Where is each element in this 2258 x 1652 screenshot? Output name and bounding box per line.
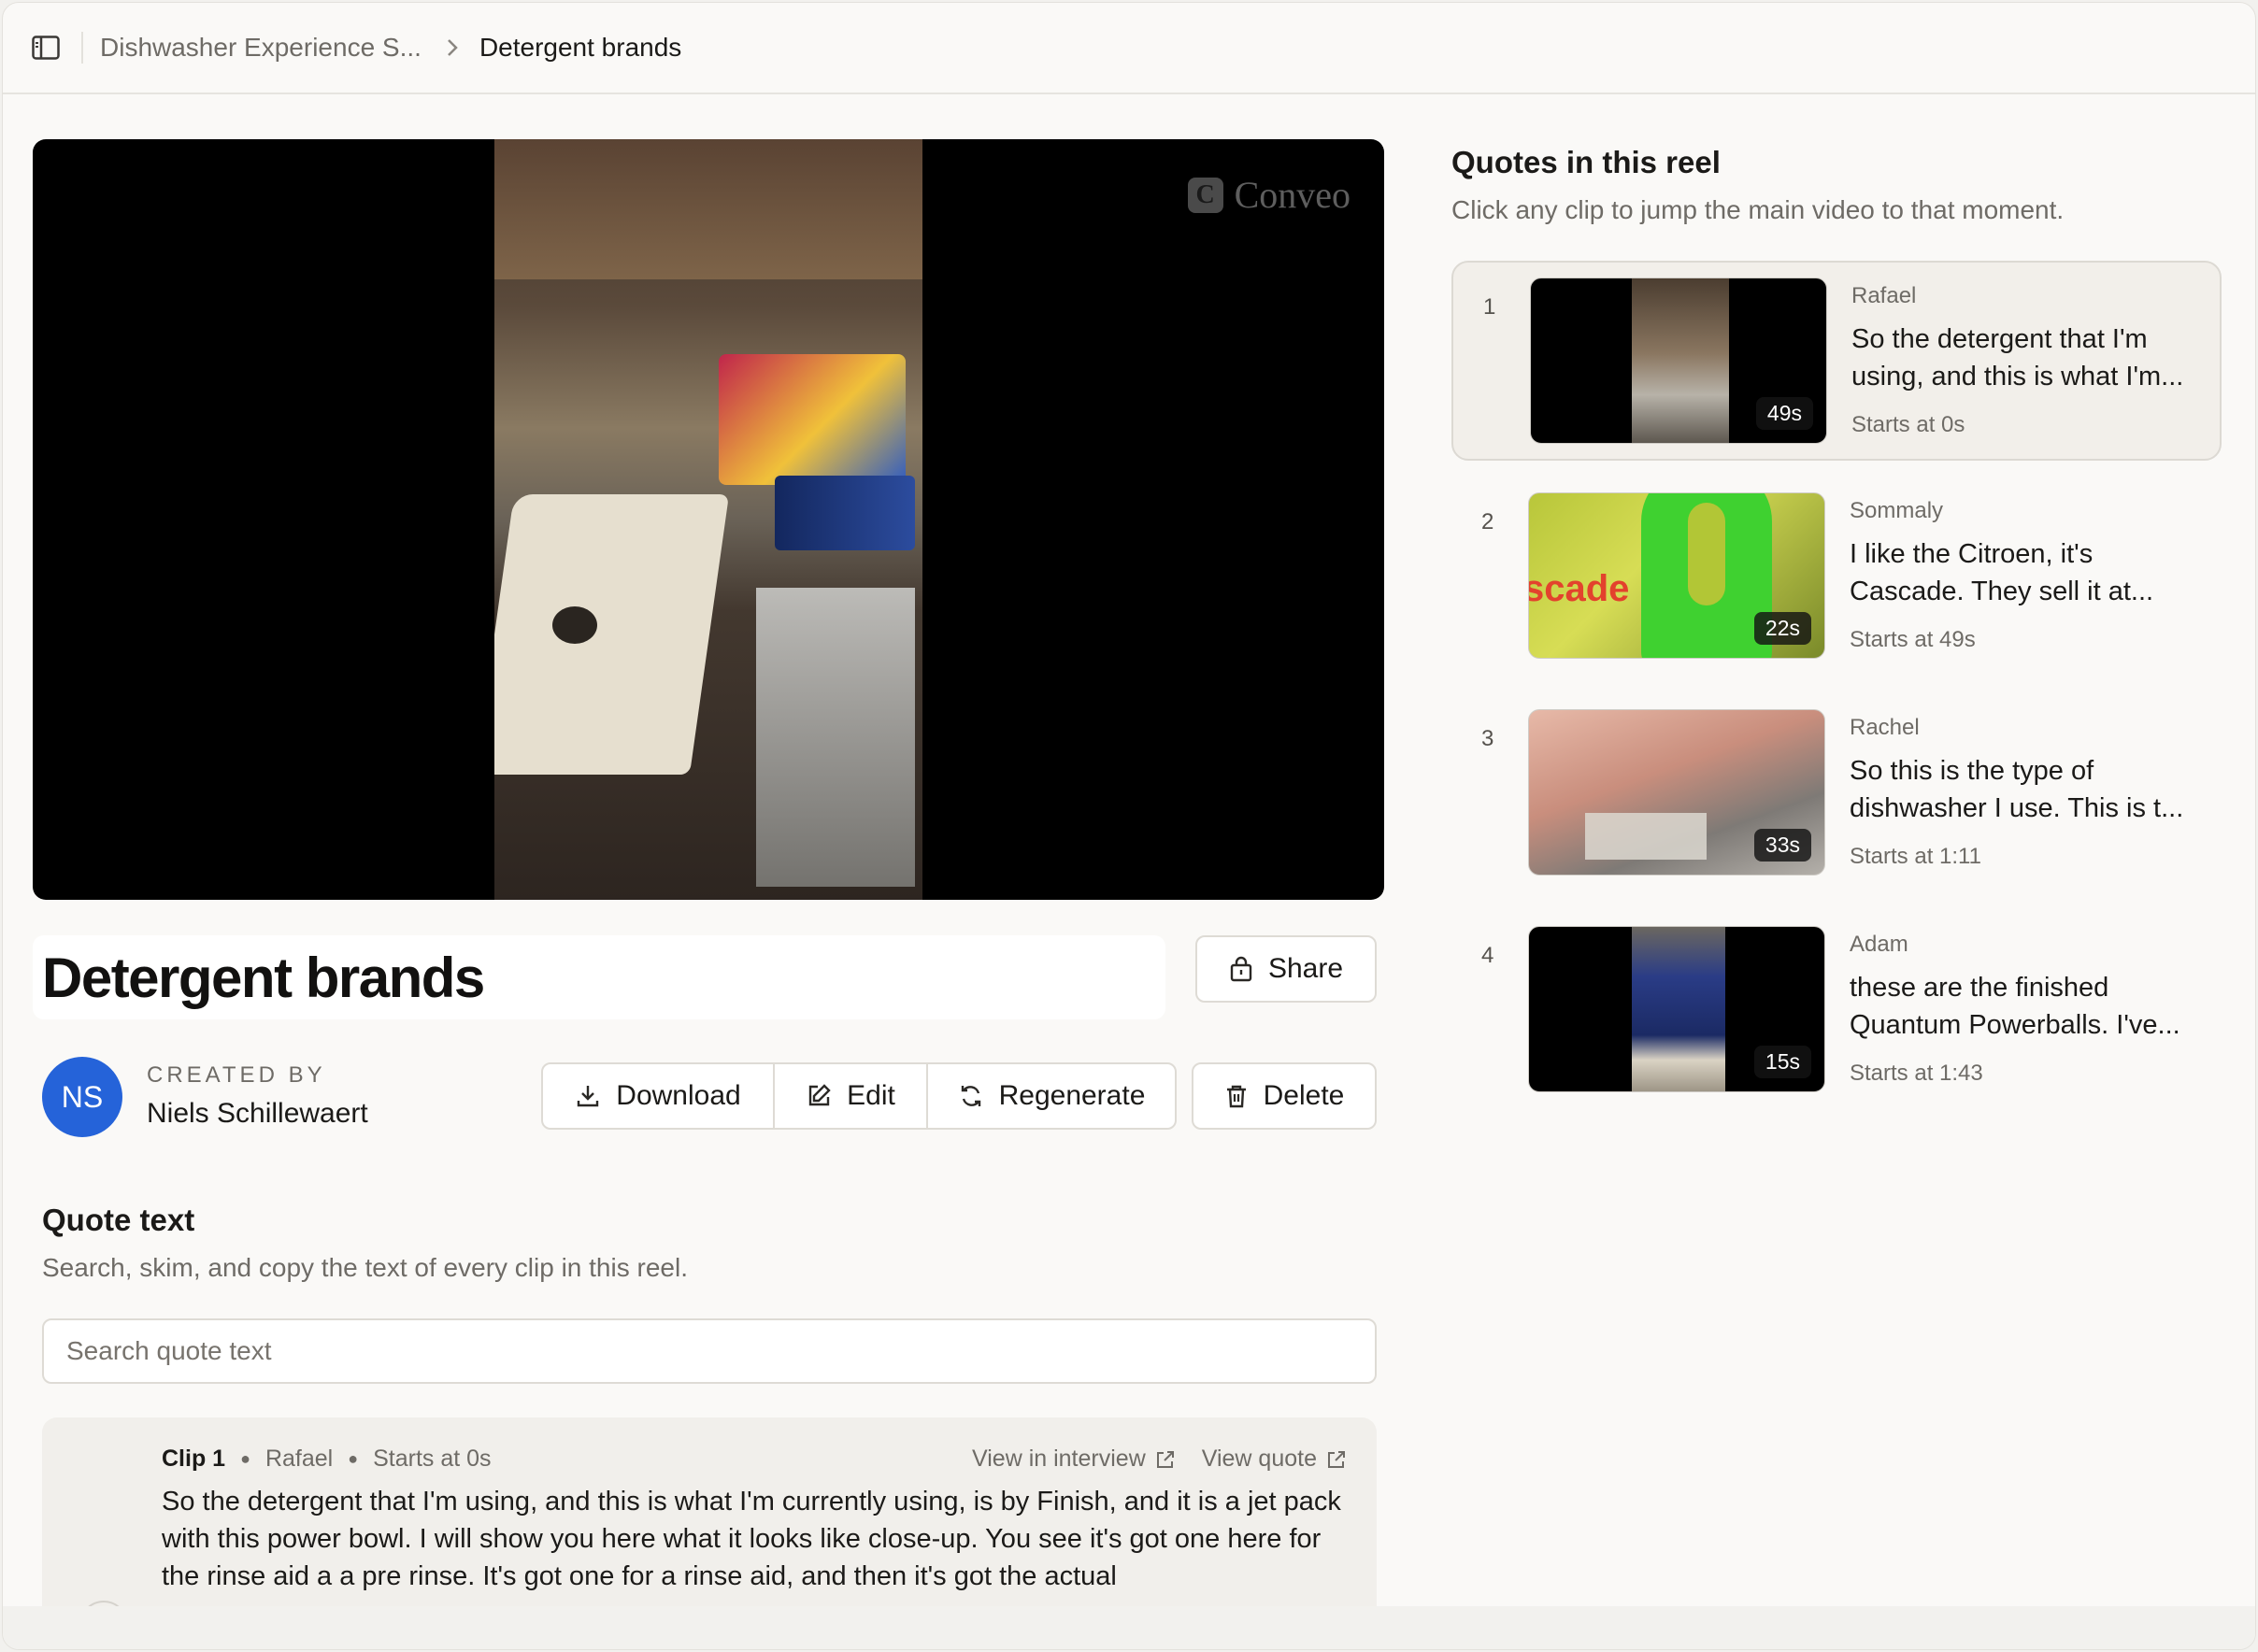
regenerate-label: Regenerate bbox=[998, 1080, 1146, 1111]
quotes-panel-subtitle: Click any clip to jump the main video to… bbox=[1451, 195, 2065, 224]
edit-button[interactable]: Edit bbox=[773, 1064, 926, 1128]
breadcrumb: Dishwasher Experience S... Detergent bra… bbox=[100, 33, 681, 63]
share-label: Share bbox=[1267, 953, 1344, 984]
download-label: Download bbox=[616, 1080, 741, 1111]
quote-snippet: So the detergent that I'm using, and thi… bbox=[1851, 320, 2207, 395]
clip-meta: Clip 1 ● Rafael ● Starts at 0s bbox=[162, 1446, 492, 1473]
chevron-right-icon bbox=[446, 37, 459, 58]
clip-label: Clip 1 bbox=[162, 1446, 226, 1472]
dot-separator: ● bbox=[348, 1449, 359, 1468]
delete-label: Delete bbox=[1263, 1080, 1345, 1111]
share-button[interactable]: Share bbox=[1195, 935, 1377, 1003]
clip-speaker: Rafael bbox=[264, 1446, 334, 1472]
quote-snippet: I like the Citroen, it's Cascade. They s… bbox=[1850, 535, 2205, 610]
quote-start-time: Starts at 1:11 bbox=[1850, 844, 1981, 869]
duration-badge: 49s bbox=[1755, 397, 1813, 430]
dot-separator: ● bbox=[240, 1449, 250, 1468]
quote-snippet: these are the finished Quantum Powerball… bbox=[1850, 969, 2205, 1044]
view-quote-label: View quote bbox=[1201, 1446, 1317, 1472]
regenerate-button[interactable]: Regenerate bbox=[926, 1064, 1175, 1128]
quote-snippet: So this is the type of dishwasher I use.… bbox=[1850, 752, 2205, 827]
creator-name: Niels Schillewaert bbox=[147, 1098, 368, 1129]
quote-line: So this is the type of bbox=[1850, 756, 2094, 786]
external-link-icon bbox=[1328, 1450, 1345, 1468]
quote-speaker: Sommaly bbox=[1850, 498, 1944, 523]
reel-actions-group: Download Edit Regenerate bbox=[541, 1062, 1177, 1130]
reel-title-field[interactable]: Detergent brands bbox=[33, 935, 1165, 1019]
conveo-logo-icon: C bbox=[1187, 177, 1223, 213]
main-video-player[interactable]: C Conveo bbox=[33, 139, 1384, 900]
duration-badge: 15s bbox=[1753, 1046, 1811, 1078]
top-bar: Dishwasher Experience S... Detergent bra… bbox=[3, 3, 2255, 94]
delete-button[interactable]: Delete bbox=[1192, 1062, 1377, 1130]
quote-start-time: Starts at 49s bbox=[1850, 627, 1976, 652]
quote-line: these are the finished bbox=[1850, 973, 2109, 1003]
quote-speaker: Rachel bbox=[1850, 715, 1920, 740]
clip-start: Starts at 0s bbox=[373, 1446, 492, 1472]
reel-quote-item[interactable]: 3 33s Rachel So this is the type of dish… bbox=[1451, 694, 2222, 894]
reel-quote-item[interactable]: 2 scade 22s Sommaly I like the Citroen, … bbox=[1451, 477, 2222, 677]
clip-thumbnail: 49s bbox=[1530, 278, 1827, 444]
search-input[interactable] bbox=[42, 1318, 1377, 1384]
view-in-interview-label: View in interview bbox=[972, 1446, 1146, 1472]
quote-start-time: Starts at 1:43 bbox=[1850, 1061, 1983, 1086]
quote-start-time: Starts at 0s bbox=[1851, 412, 1965, 437]
quote-line: Cascade. They sell it at... bbox=[1850, 577, 2154, 606]
download-icon bbox=[578, 1086, 599, 1107]
quote-speaker: Rafael bbox=[1851, 283, 1917, 308]
reel-quote-item[interactable]: 4 15s Adam these are the finished Quantu… bbox=[1451, 911, 2222, 1111]
quote-speaker: Adam bbox=[1850, 932, 1908, 957]
reel-quote-item[interactable]: 1 49s Rafael So the detergent that I'm u… bbox=[1451, 261, 2222, 461]
avatar: NS bbox=[42, 1057, 122, 1137]
breadcrumb-current: Detergent brands bbox=[479, 33, 682, 62]
reel-title: Detergent brands bbox=[42, 946, 485, 1009]
clip-thumbnail: scade 22s bbox=[1528, 492, 1825, 659]
watermark-text: Conveo bbox=[1234, 174, 1351, 216]
edit-label: Edit bbox=[847, 1080, 895, 1111]
clip-thumbnail: 33s bbox=[1528, 709, 1825, 876]
quote-line: using, and this is what I'm... bbox=[1851, 362, 2184, 392]
quote-text-subtitle: Search, skim, and copy the text of every… bbox=[42, 1253, 688, 1282]
view-in-interview-link[interactable]: View in interview bbox=[972, 1446, 1176, 1473]
duration-badge: 22s bbox=[1753, 612, 1811, 645]
quote-line: So the detergent that I'm bbox=[1851, 324, 2148, 354]
quote-line: I like the Citroen, it's bbox=[1850, 539, 2094, 569]
download-button[interactable]: Download bbox=[543, 1064, 773, 1128]
breadcrumb-parent-link[interactable]: Dishwasher Experience S... bbox=[100, 33, 422, 63]
created-by-label: CREATED BY bbox=[147, 1062, 326, 1088]
video-frame bbox=[494, 139, 922, 900]
external-link-icon bbox=[1156, 1450, 1174, 1468]
quote-number: 1 bbox=[1483, 294, 1496, 320]
bottom-edge bbox=[3, 1606, 2255, 1649]
clip-transcript: So the detergent that I'm using, and thi… bbox=[162, 1487, 1341, 1591]
quote-number: 2 bbox=[1481, 509, 1494, 534]
trash-icon bbox=[1226, 1085, 1246, 1108]
app-window: Dishwasher Experience S... Detergent bra… bbox=[2, 2, 2256, 1650]
sidebar-toggle-icon[interactable] bbox=[31, 35, 61, 61]
share-lock-icon bbox=[1230, 956, 1252, 982]
clip-thumbnail: 15s bbox=[1528, 926, 1825, 1092]
quote-number: 4 bbox=[1481, 943, 1494, 968]
quote-number: 3 bbox=[1481, 726, 1494, 751]
header-divider bbox=[81, 32, 83, 64]
view-quote-link[interactable]: View quote bbox=[1202, 1446, 1347, 1473]
quote-text-heading: Quote text bbox=[42, 1203, 195, 1237]
quote-line: dishwasher I use. This is t... bbox=[1850, 793, 2184, 823]
conveo-watermark: C Conveo bbox=[1187, 173, 1351, 217]
duration-badge: 33s bbox=[1753, 829, 1811, 862]
edit-icon bbox=[808, 1084, 831, 1106]
clip-links: View in interview View quote bbox=[972, 1446, 1347, 1473]
quotes-panel-title: Quotes in this reel bbox=[1451, 145, 1721, 179]
refresh-icon bbox=[961, 1086, 980, 1106]
quote-line: Quantum Powerballs. I've... bbox=[1850, 1010, 2180, 1040]
